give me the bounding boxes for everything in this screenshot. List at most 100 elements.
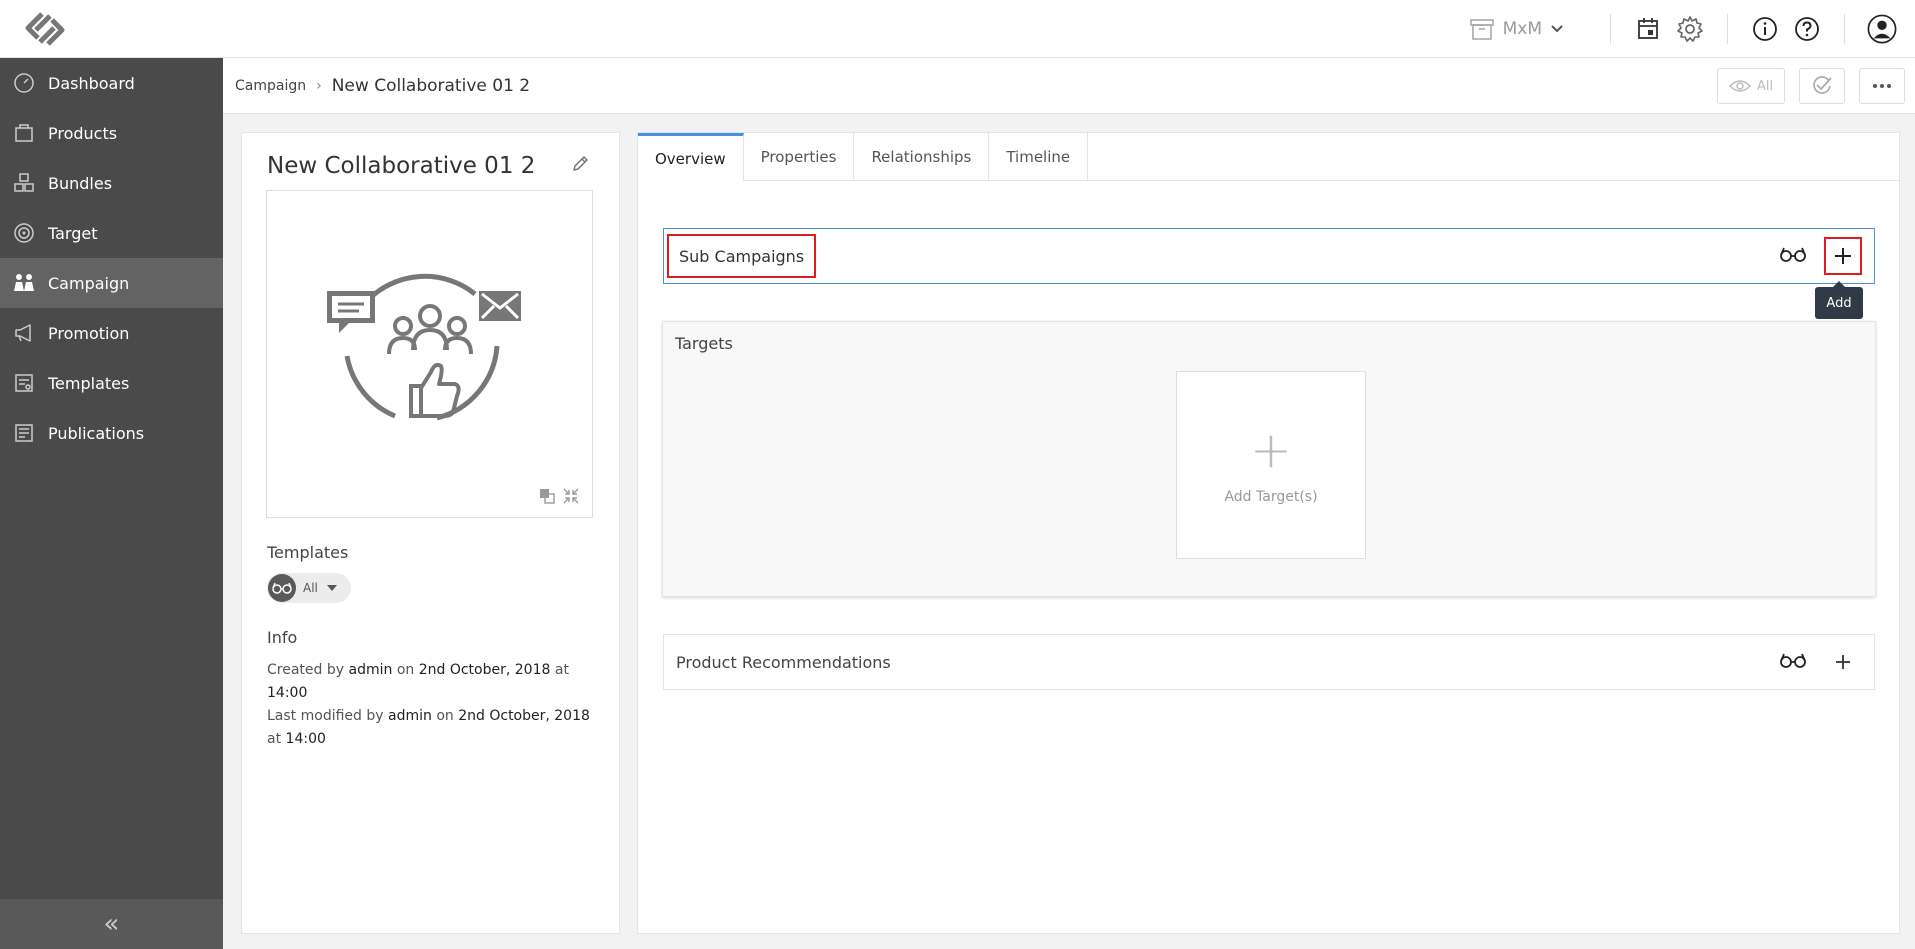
target-icon xyxy=(12,221,36,245)
plus-icon xyxy=(1835,248,1851,264)
divider xyxy=(1727,14,1728,44)
sidebar-item-target[interactable]: Target xyxy=(0,208,223,258)
sidebar: Dashboard Products Bundles Target Campai… xyxy=(0,58,223,949)
product-recommendations-title: Product Recommendations xyxy=(676,652,891,672)
modified-prefix: Last modified by xyxy=(267,708,384,724)
targets-title: Targets xyxy=(675,334,733,353)
approve-button[interactable] xyxy=(1799,68,1845,104)
sidebar-item-label: Campaign xyxy=(48,273,130,293)
sidebar-item-label: Templates xyxy=(48,373,130,393)
sidebar-item-bundles[interactable]: Bundles xyxy=(0,158,223,208)
info-icon[interactable] xyxy=(1750,14,1780,44)
archive-box-icon xyxy=(1469,19,1494,40)
created-date: 2nd October, 2018 xyxy=(418,662,551,678)
info-on: on xyxy=(436,708,454,724)
breadcrumb-root-link[interactable]: Campaign xyxy=(235,78,306,94)
sub-campaigns-section: Sub Campaigns xyxy=(663,228,1875,284)
bundles-icon xyxy=(12,171,36,195)
templates-icon xyxy=(12,371,36,395)
campaign-image xyxy=(266,190,593,518)
calendar-task-icon[interactable] xyxy=(1633,14,1663,44)
sidebar-item-label: Bundles xyxy=(48,173,113,193)
add-product-recommendation-button[interactable] xyxy=(1824,643,1862,681)
campaign-summary-panel: New Collaborative 01 2 Templates All Inf… xyxy=(241,132,620,934)
gear-icon[interactable] xyxy=(1675,14,1705,44)
swap-image-icon[interactable] xyxy=(538,487,556,505)
double-chevron-left-icon: « xyxy=(103,909,120,939)
plus-icon: + xyxy=(1250,421,1292,479)
breadcrumb-separator: › xyxy=(316,78,322,94)
view-filter-label: All xyxy=(1756,78,1774,94)
modified-by-user: admin xyxy=(388,708,432,724)
sidebar-item-label: Publications xyxy=(48,423,145,443)
shrink-icon[interactable] xyxy=(562,487,580,505)
publications-icon xyxy=(12,421,36,445)
created-prefix: Created by xyxy=(267,662,345,678)
add-sub-campaign-button[interactable] xyxy=(1824,237,1862,275)
sidebar-item-label: Target xyxy=(48,223,98,243)
collaborative-campaign-illustration-icon xyxy=(327,273,521,421)
plus-icon xyxy=(1836,655,1850,669)
sidebar-item-promotion[interactable]: Promotion xyxy=(0,308,223,358)
campaign-detail-panel: Overview Properties Relationships Timeli… xyxy=(637,132,1900,934)
add-tooltip: Add xyxy=(1815,281,1863,319)
campaign-title: New Collaborative 01 2 xyxy=(267,153,536,179)
add-targets-button[interactable]: + Add Target(s) xyxy=(1176,371,1366,559)
eye-icon xyxy=(1728,80,1751,92)
tab-overview[interactable]: Overview xyxy=(638,133,744,181)
top-bar: MxM xyxy=(0,0,1915,58)
tab-timeline[interactable]: Timeline xyxy=(989,133,1089,181)
more-options-button[interactable] xyxy=(1859,68,1905,104)
glasses-icon[interactable] xyxy=(1780,246,1806,266)
info-at: at xyxy=(554,662,569,678)
breadcrumb-current: New Collaborative 01 2 xyxy=(331,76,531,96)
check-circle-icon xyxy=(1813,76,1832,94)
sub-campaigns-title: Sub Campaigns xyxy=(667,234,817,278)
product-recommendations-section: Product Recommendations xyxy=(663,634,1875,690)
view-filter-button[interactable]: All xyxy=(1717,68,1785,104)
products-icon xyxy=(12,121,36,145)
tab-properties[interactable]: Properties xyxy=(744,133,855,181)
info-at: at xyxy=(267,731,282,747)
divider xyxy=(1844,14,1845,44)
templates-filter-dropdown[interactable]: All xyxy=(267,573,351,603)
tab-relationships[interactable]: Relationships xyxy=(854,133,990,181)
chevron-down-icon xyxy=(1551,25,1563,33)
workspace-label: MxM xyxy=(1502,19,1542,39)
caret-down-icon xyxy=(326,585,337,591)
workspace-selector[interactable]: MxM xyxy=(1469,17,1572,41)
pencil-icon[interactable] xyxy=(571,155,589,177)
divider xyxy=(1610,14,1611,44)
breadcrumb-bar: Campaign › New Collaborative 01 2 All xyxy=(223,58,1915,114)
templates-label: Templates xyxy=(267,543,349,562)
help-icon[interactable] xyxy=(1792,14,1822,44)
sidebar-item-dashboard[interactable]: Dashboard xyxy=(0,58,223,108)
user-avatar-icon[interactable] xyxy=(1867,14,1897,44)
created-by-user: admin xyxy=(348,662,393,678)
info-label: Info xyxy=(267,628,298,647)
sidebar-item-templates[interactable]: Templates xyxy=(0,358,223,408)
campaign-icon xyxy=(12,271,36,295)
created-time: 14:00 xyxy=(267,685,308,701)
sidebar-collapse-button[interactable]: « xyxy=(0,899,223,949)
megaphone-icon xyxy=(12,321,36,345)
breadcrumb: Campaign › New Collaborative 01 2 xyxy=(235,58,530,114)
info-details: Created by admin on 2nd October, 2018 at… xyxy=(267,659,602,751)
targets-section: Targets + Add Target(s) xyxy=(662,321,1876,597)
tab-bar: Overview Properties Relationships Timeli… xyxy=(638,133,1899,181)
sidebar-item-label: Promotion xyxy=(48,323,130,343)
templates-filter-value: All xyxy=(303,581,318,595)
sidebar-item-campaign[interactable]: Campaign xyxy=(0,258,223,308)
info-on: on xyxy=(396,662,415,678)
dashboard-icon xyxy=(12,71,36,95)
sidebar-item-publications[interactable]: Publications xyxy=(0,408,223,458)
sidebar-item-products[interactable]: Products xyxy=(0,108,223,158)
app-logo-icon[interactable] xyxy=(20,8,70,50)
add-targets-label: Add Target(s) xyxy=(1224,489,1318,505)
sidebar-item-label: Products xyxy=(48,123,118,143)
modified-time: 14:00 xyxy=(285,731,326,747)
modified-date: 2nd October, 2018 xyxy=(458,708,590,724)
ellipsis-icon xyxy=(1873,84,1891,88)
glasses-icon[interactable] xyxy=(1780,652,1806,672)
glasses-icon xyxy=(268,574,296,602)
